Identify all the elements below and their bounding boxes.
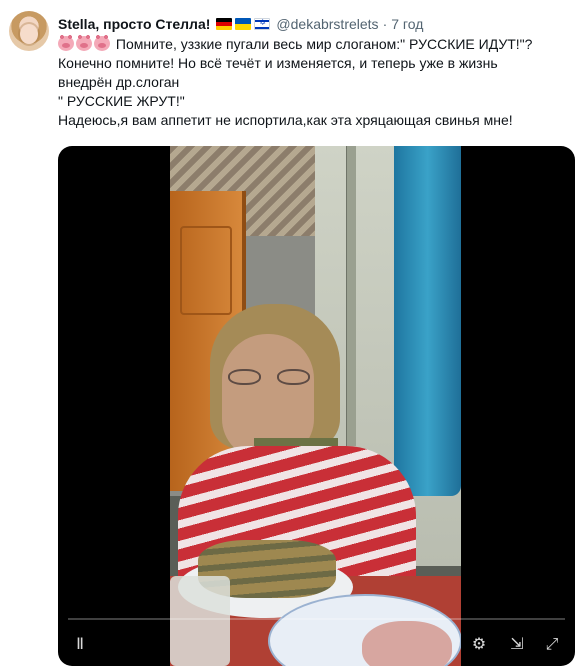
picture-in-picture-icon[interactable]: ⇲: [507, 634, 527, 654]
pig-face-icon: [76, 35, 92, 51]
pause-icon[interactable]: Ⅱ: [70, 634, 90, 654]
tweet-text-line-2: Конечно помните! Но всё течёт и изменяет…: [58, 55, 498, 71]
tweet-text-line-3: внедрён др.слоган: [58, 74, 180, 90]
tweet-text-segment: Помните, уззкие пугали весь мир слоганом…: [115, 36, 533, 52]
tweet-text-line-4: " РУССКИЕ ЖРУТ!": [58, 93, 185, 109]
video-player[interactable]: Ⅱ ⚙ ⇲ ⤢: [58, 146, 575, 666]
tweet-card: Stella, просто Стелла! @dekabrstrelets ·…: [0, 0, 585, 670]
flag-emoji-group: [216, 18, 271, 30]
pig-face-icon: [94, 35, 110, 51]
fullscreen-icon[interactable]: ⤢: [542, 634, 562, 654]
video-controls: Ⅱ ⚙ ⇲ ⤢: [58, 616, 575, 666]
avatar[interactable]: [9, 11, 49, 51]
tweet-text-line-1: Помните, уззкие пугали весь мир слоганом…: [58, 35, 578, 54]
pig-face-icon: [58, 35, 74, 51]
author-handle[interactable]: @dekabrstrelets: [276, 16, 378, 32]
dot-separator: ·: [382, 16, 388, 32]
progress-bar[interactable]: [68, 618, 565, 620]
pipe: [346, 146, 356, 446]
israel-flag-icon: [254, 18, 271, 30]
tweet-text: Помните, уззкие пугали весь мир слоганом…: [58, 35, 578, 130]
tweet-header: Stella, просто Стелла! @dekabrstrelets ·…: [58, 14, 423, 34]
tweet-text-line-5: Надеюсь,я вам аппетит не испортила,как э…: [58, 112, 513, 128]
author-name[interactable]: Stella, просто Стелла!: [58, 16, 210, 32]
settings-gear-icon[interactable]: ⚙: [469, 634, 489, 654]
video-frame[interactable]: [170, 146, 461, 666]
germany-flag-icon: [216, 18, 233, 30]
ukraine-flag-icon: [235, 18, 252, 30]
blue-towel: [394, 146, 461, 496]
door-panel: [180, 226, 232, 315]
timestamp[interactable]: 7 год: [391, 16, 423, 32]
glasses: [228, 369, 310, 387]
